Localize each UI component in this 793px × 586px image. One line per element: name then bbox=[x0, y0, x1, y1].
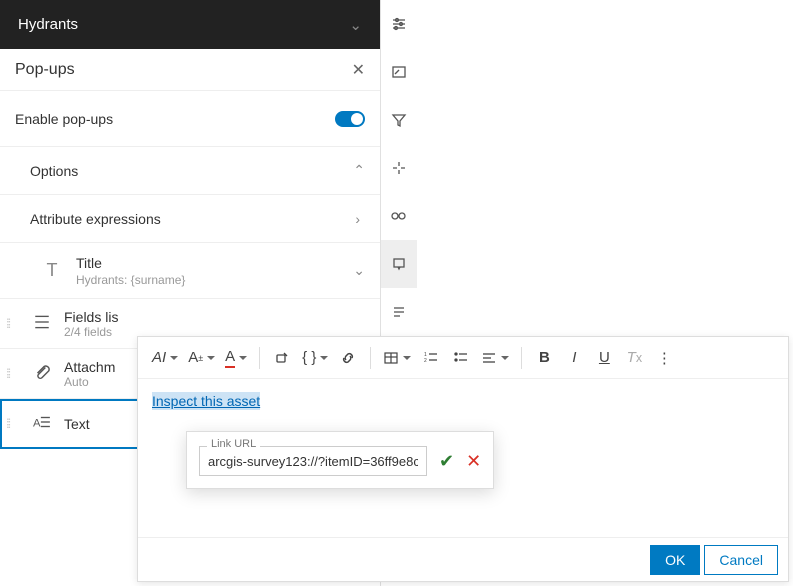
enable-popups-toggle[interactable] bbox=[335, 111, 365, 127]
cancel-button[interactable]: Cancel bbox=[704, 545, 778, 575]
italic-button[interactable]: I bbox=[560, 343, 588, 373]
editor-body[interactable]: Inspect this asset Link URL ✔ ✕ bbox=[138, 379, 788, 537]
attachment-icon bbox=[30, 363, 54, 384]
clear-format-button[interactable] bbox=[268, 343, 296, 373]
sliders-icon[interactable] bbox=[381, 0, 417, 48]
enable-popups-label: Enable pop-ups bbox=[15, 111, 113, 127]
svg-text:A: A bbox=[33, 418, 41, 430]
fields-icon bbox=[30, 313, 54, 334]
font-format-button[interactable]: A± bbox=[184, 343, 219, 373]
link-url-popover: Link URL ✔ ✕ bbox=[186, 431, 494, 489]
ok-button[interactable]: OK bbox=[650, 545, 700, 575]
underline-button[interactable]: U bbox=[590, 343, 618, 373]
editor-text-selected[interactable]: Inspect this asset bbox=[152, 392, 260, 410]
confirm-link-button[interactable]: ✔ bbox=[439, 451, 454, 472]
chevron-right-icon: › bbox=[355, 211, 360, 227]
link-button[interactable] bbox=[334, 343, 362, 373]
attribute-expressions-row[interactable]: Attribute expressions › bbox=[0, 195, 380, 243]
title-icon: T bbox=[42, 260, 62, 281]
draw-icon[interactable] bbox=[381, 192, 417, 240]
more-button[interactable]: ⋮ bbox=[650, 343, 678, 373]
attribute-expressions-label: Attribute expressions bbox=[30, 211, 161, 227]
popups-header: Pop-ups ✕ bbox=[0, 49, 380, 91]
sparkle-icon[interactable] bbox=[381, 144, 417, 192]
link-url-input[interactable] bbox=[199, 446, 427, 476]
font-size-button[interactable]: AI bbox=[148, 343, 182, 373]
title-main: Title bbox=[76, 255, 339, 271]
font-color-button[interactable]: A bbox=[221, 343, 251, 373]
chevron-down-icon: ⌄ bbox=[353, 262, 365, 279]
chevron-down-icon: ⌄ bbox=[349, 16, 362, 34]
popup-config-icon[interactable] bbox=[381, 240, 417, 288]
numbered-list-button[interactable]: 12 bbox=[417, 343, 445, 373]
clear-style-button[interactable]: Tx bbox=[620, 343, 648, 373]
text-editor-dialog: AI A± A { } 12 B I U Tx ⋮ Inspect this a… bbox=[137, 336, 789, 582]
close-icon[interactable]: ✕ bbox=[352, 60, 365, 80]
drag-handle-icon[interactable]: ⁞⁞ bbox=[6, 416, 20, 431]
table-button[interactable] bbox=[379, 343, 415, 373]
separator bbox=[370, 347, 371, 369]
bold-button[interactable]: B bbox=[530, 343, 558, 373]
filter-icon[interactable] bbox=[381, 96, 417, 144]
popup-title-row[interactable]: T Title Hydrants: {surname} ⌄ bbox=[0, 243, 380, 299]
title-sub: Hydrants: {surname} bbox=[76, 273, 339, 287]
drag-handle-icon[interactable]: ⁞⁞ bbox=[6, 366, 20, 381]
title-text: Title Hydrants: {surname} bbox=[76, 255, 339, 287]
fields-text: Fields lis 2/4 fields bbox=[64, 309, 368, 339]
link-url-field: Link URL bbox=[199, 446, 427, 476]
fields-main: Fields lis bbox=[64, 309, 368, 325]
editor-toolbar: AI A± A { } 12 B I U Tx ⋮ bbox=[138, 337, 788, 379]
separator bbox=[521, 347, 522, 369]
options-label: Options bbox=[30, 163, 78, 179]
code-icon[interactable] bbox=[381, 288, 417, 336]
layer-header[interactable]: Hydrants ⌄ bbox=[0, 0, 380, 49]
text-icon: A bbox=[30, 413, 54, 434]
align-button[interactable] bbox=[477, 343, 513, 373]
separator bbox=[259, 347, 260, 369]
link-url-label: Link URL bbox=[207, 438, 260, 450]
insert-field-button[interactable]: { } bbox=[298, 343, 332, 373]
chevron-up-icon: ⌃ bbox=[353, 162, 365, 179]
drag-handle-icon[interactable]: ⁞⁞ bbox=[6, 316, 20, 331]
layer-title: Hydrants bbox=[18, 16, 78, 33]
options-row[interactable]: Options ⌃ bbox=[0, 147, 380, 195]
svg-text:2: 2 bbox=[424, 358, 427, 364]
popups-title: Pop-ups bbox=[15, 61, 75, 79]
editor-footer: OK Cancel bbox=[138, 537, 788, 581]
enable-popups-row: Enable pop-ups bbox=[0, 91, 380, 147]
legend-icon[interactable] bbox=[381, 48, 417, 96]
bullet-list-button[interactable] bbox=[447, 343, 475, 373]
cancel-link-button[interactable]: ✕ bbox=[466, 451, 481, 472]
